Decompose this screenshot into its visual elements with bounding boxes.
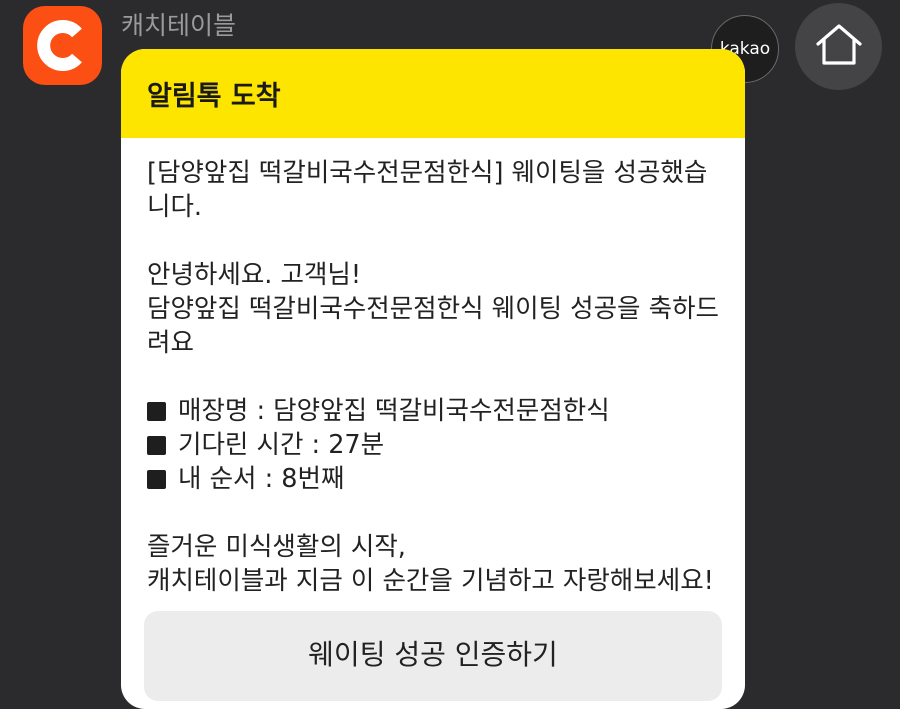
detail-wait-time: 기다린 시간 : 27분 (178, 430, 385, 460)
bullet-square-icon (147, 469, 166, 489)
closing-line: 즐거운 미식생활의 시작, (147, 532, 406, 562)
detail-row-order: 내 순서 : 8번째 (147, 462, 721, 496)
congrats-line: 담양앞집 떡갈비국수전문점한식 웨이팅 성공을 축하드려요 (147, 294, 720, 358)
detail-order: 내 순서 : 8번째 (178, 464, 345, 494)
greeting-line: 안녕하세요. 고객님! (147, 260, 362, 290)
message-header: 알림톡 도착 (121, 49, 745, 138)
header-title: 알림톡 도착 (147, 81, 281, 112)
bullet-square-icon (147, 401, 166, 421)
home-icon (814, 22, 864, 72)
message-headline: [담양앞집 떡갈비국수전문점한식] 웨이팅을 성공했습니다. (147, 158, 708, 222)
home-button[interactable] (795, 3, 882, 90)
catchtable-logo-icon[interactable] (23, 6, 102, 85)
waiting-success-button[interactable]: 웨이팅 성공 인증하기 (144, 611, 722, 701)
detail-row-wait: 기다린 시간 : 27분 (147, 428, 721, 462)
bullet-square-icon (147, 435, 166, 455)
sender-name: 캐치테이블 (121, 11, 237, 40)
detail-row-store: 매장명 : 담양앞집 떡갈비국수전문점한식 (147, 394, 721, 428)
message-bubble: 알림톡 도착 [담양앞집 떡갈비국수전문점한식] 웨이팅을 성공했습니다. 안녕… (121, 49, 745, 709)
closing-line-2: 캐치테이블과 지금 이 순간을 기념하고 자랑해보세요! (147, 566, 714, 596)
detail-store: 매장명 : 담양앞집 떡갈비국수전문점한식 (178, 396, 610, 426)
message-body: [담양앞집 떡갈비국수전문점한식] 웨이팅을 성공했습니다. 안녕하세요. 고객… (121, 138, 745, 598)
